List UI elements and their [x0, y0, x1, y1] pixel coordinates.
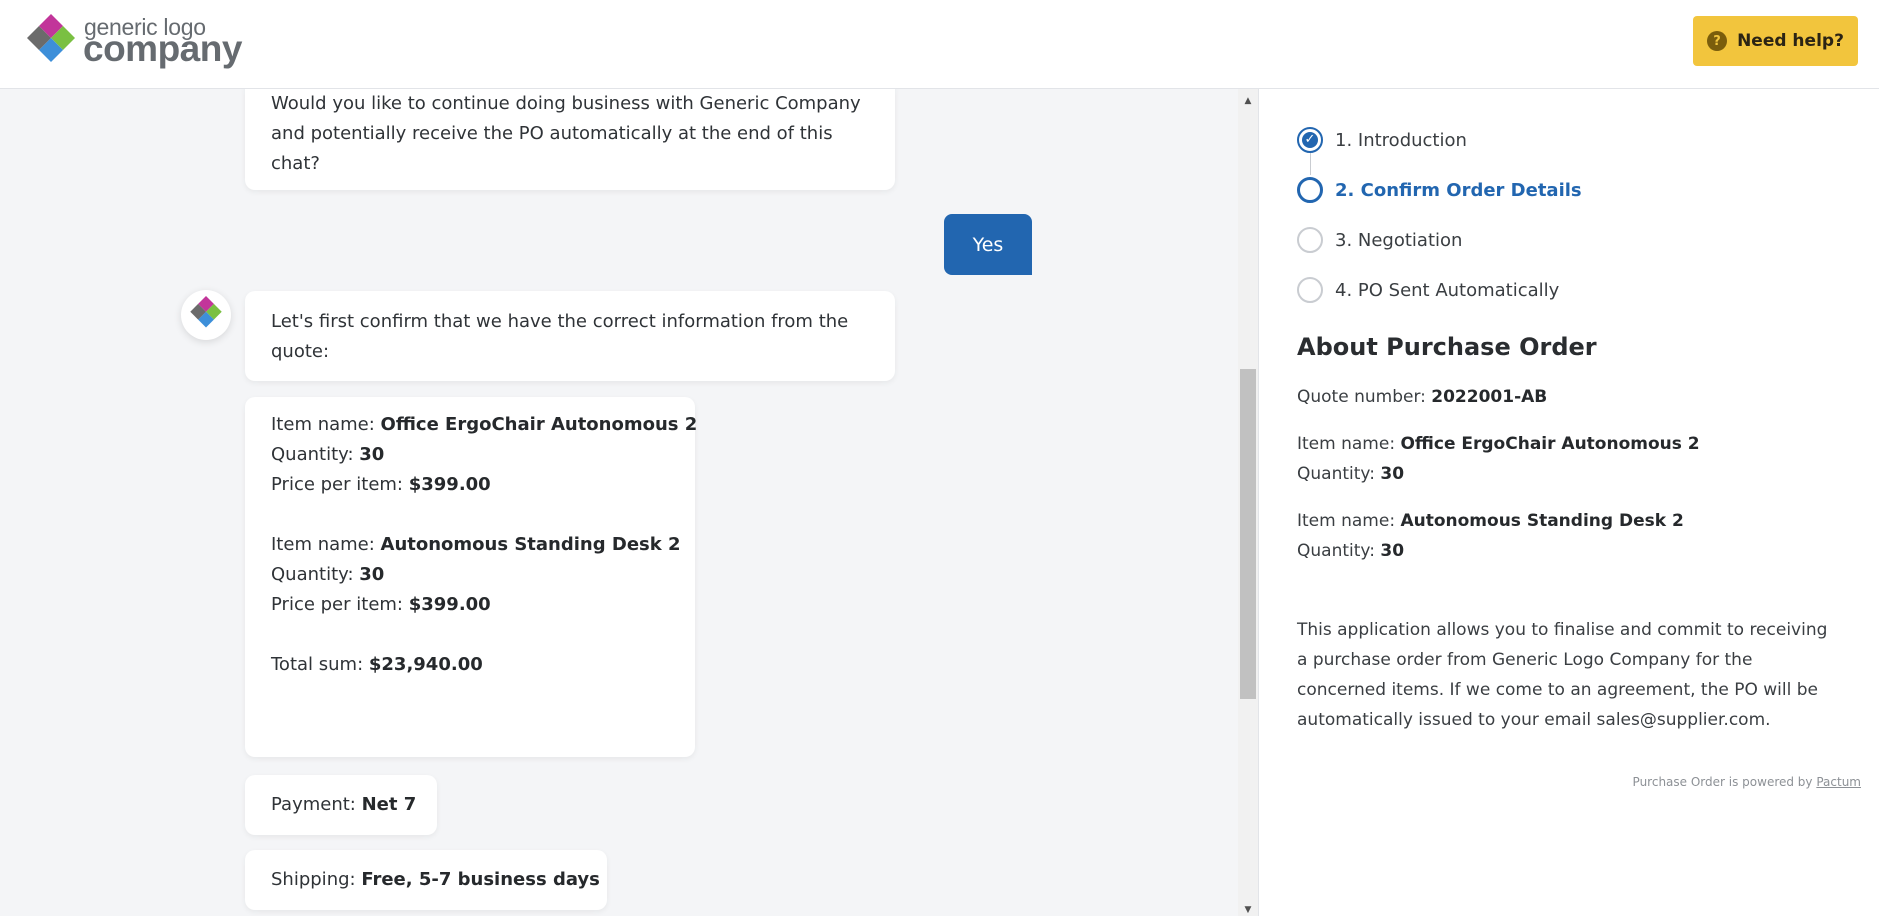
yes-reply-button[interactable]: Yes: [944, 214, 1032, 275]
app-header: generic logo company ? Need help?: [0, 0, 1879, 89]
chat-message-shipping: Shipping: Free, 5-7 business days: [245, 850, 607, 910]
total-sum-line: Total sum: $23,940.00: [271, 654, 483, 675]
about-item-1: Item name: Office ErgoChair Autonomous 2…: [1297, 429, 1700, 489]
item-name-line: Item name: Autonomous Standing Desk 2: [271, 534, 681, 555]
step-connector: [1310, 153, 1311, 175]
step-label: 1. Introduction: [1335, 129, 1467, 151]
step-circle: [1297, 277, 1323, 303]
scroll-up-arrow-icon[interactable]: ▲: [1238, 95, 1258, 107]
payment-line: Payment: Net 7: [271, 794, 417, 815]
message-line: Let's first confirm that we have the cor…: [271, 311, 849, 332]
need-help-label: Need help?: [1737, 31, 1844, 51]
step-introduction: ✓ 1. Introduction: [1297, 126, 1467, 154]
message-line: Would you like to continue doing busines…: [271, 93, 861, 114]
step-circle: [1297, 227, 1323, 253]
chat-message-payment: Payment: Net 7: [245, 775, 437, 835]
step-label: 3. Negotiation: [1335, 229, 1463, 251]
step-label: 2. Confirm Order Details: [1335, 179, 1582, 201]
logo-diamond-icon: [190, 296, 222, 328]
company-logo[interactable]: generic logo company: [22, 14, 262, 74]
item-name-line: Item name: Office ErgoChair Autonomous 2: [271, 414, 698, 435]
chat-message-items: Item name: Office ErgoChair Autonomous 2…: [245, 397, 698, 757]
powered-by: Purchase Order is powered by Pactum: [1632, 775, 1861, 789]
check-icon: ✓: [1304, 132, 1316, 147]
item-quantity-line: Quantity: 30: [1297, 541, 1405, 561]
pactum-link[interactable]: Pactum: [1816, 775, 1861, 789]
item-name-line: Item name: Autonomous Standing Desk 2: [1297, 511, 1684, 531]
item-quantity-line: Quantity: 30: [271, 564, 385, 585]
item-quantity-line: Quantity: 30: [1297, 464, 1405, 484]
step-label: 4. PO Sent Automatically: [1335, 279, 1560, 301]
chat-area: Would you like to continue doing busines…: [0, 89, 1238, 916]
bot-avatar: [181, 290, 231, 340]
step-negotiation: 3. Negotiation: [1297, 226, 1462, 254]
step-po-sent: 4. PO Sent Automatically: [1297, 276, 1559, 304]
need-help-button[interactable]: ? Need help?: [1693, 16, 1858, 66]
logo-diamond-icon: [27, 14, 75, 62]
item-price-line: Price per item: $399.00: [271, 474, 491, 495]
about-description: This application allows you to finalise …: [1297, 620, 1828, 730]
message-line: chat?: [271, 153, 320, 174]
quote-number-line: Quote number: 2022001-AB: [1297, 387, 1548, 407]
message-line: and potentially receive the PO automatic…: [271, 123, 833, 144]
scroll-down-arrow-icon[interactable]: ▼: [1238, 904, 1258, 916]
chat-scrollbar[interactable]: ▲ ▼: [1238, 89, 1258, 916]
shipping-line: Shipping: Free, 5-7 business days: [271, 869, 600, 890]
logo-text-big: company: [83, 28, 242, 69]
help-circle-icon: ?: [1707, 31, 1728, 51]
item-price-line: Price per item: $399.00: [271, 594, 491, 615]
item-quantity-line: Quantity: 30: [271, 444, 385, 465]
chat-message-continue: Would you like to continue doing busines…: [245, 89, 895, 190]
scrollbar-thumb[interactable]: [1240, 369, 1256, 699]
chat-message-confirm: Let's first confirm that we have the cor…: [245, 291, 895, 381]
step-check-circle: ✓: [1297, 127, 1323, 153]
about-title: About Purchase Order: [1297, 333, 1597, 361]
step-confirm-order-details: 2. Confirm Order Details: [1297, 176, 1582, 204]
step-circle: [1297, 177, 1323, 203]
about-item-2: Item name: Autonomous Standing Desk 2 Qu…: [1297, 506, 1684, 566]
item-name-line: Item name: Office ErgoChair Autonomous 2: [1297, 434, 1700, 454]
message-line: quote:: [271, 341, 330, 362]
order-info-panel: ✓ 1. Introduction 2. Confirm Order Detai…: [1258, 89, 1879, 916]
